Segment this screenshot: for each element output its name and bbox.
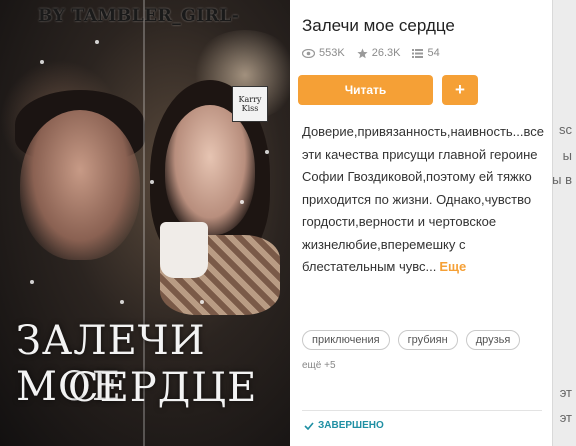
tag-chip[interactable]: грубиян xyxy=(397,330,458,350)
background-text-fragment: ы xyxy=(562,148,572,163)
views-stat: 553K xyxy=(302,47,345,59)
tag-chip[interactable]: приключения xyxy=(302,330,390,350)
background-text-fragment: эт xyxy=(559,385,572,400)
background-text-fragment: эт xyxy=(559,410,572,425)
book-info-card: Залечи мое сердце 553K 26.3K 54 Читать +… xyxy=(290,0,552,446)
cover-figure-man xyxy=(20,110,140,260)
cover-figure-woman xyxy=(165,105,255,235)
rating-stat: 26.3K xyxy=(357,47,401,59)
divider xyxy=(302,410,542,411)
more-tags-link[interactable]: ещё +5 xyxy=(302,360,336,371)
status-badge: ЗАВЕРШЕНО xyxy=(304,420,384,431)
rating-count: 26.3K xyxy=(371,47,401,59)
cover-cup xyxy=(160,222,208,278)
tag-list: приключения грубиян друзья xyxy=(302,330,521,350)
book-stats: 553K 26.3K 54 xyxy=(302,47,440,59)
book-cover[interactable]: BY TAMBLER_GIRL- Karry Kiss ЗАЛЕЧИ МОЕ С… xyxy=(0,0,290,446)
more-link[interactable]: Еще xyxy=(439,259,466,274)
book-title[interactable]: Залечи мое сердце xyxy=(302,16,455,36)
background-text-fragment: sc xyxy=(559,122,572,137)
read-button[interactable]: Читать xyxy=(298,75,433,105)
list-icon xyxy=(412,48,424,58)
check-icon xyxy=(304,421,314,430)
views-count: 553K xyxy=(319,47,345,59)
chapters-stat: 54 xyxy=(412,47,440,59)
cover-badge: Karry Kiss xyxy=(232,86,268,122)
cover-title-line2: СЕРДЦЕ xyxy=(68,365,258,411)
book-description: Доверие,привязанность,наивность...все эт… xyxy=(302,121,544,279)
status-text: ЗАВЕРШЕНО xyxy=(318,420,384,431)
tag-chip[interactable]: друзья xyxy=(465,330,521,350)
page-background: sc ы ы в эт эт BY TAMBLER_GIRL- Karry Ki… xyxy=(0,0,576,446)
add-to-library-button[interactable]: + xyxy=(442,75,478,105)
description-text: Доверие,привязанность,наивность...все эт… xyxy=(302,124,544,274)
star-icon xyxy=(357,48,368,58)
background-text-fragment: ы в xyxy=(552,172,572,187)
cover-byline: BY TAMBLER_GIRL- xyxy=(38,6,240,26)
chapters-count: 54 xyxy=(427,47,440,59)
eye-icon xyxy=(302,48,315,58)
